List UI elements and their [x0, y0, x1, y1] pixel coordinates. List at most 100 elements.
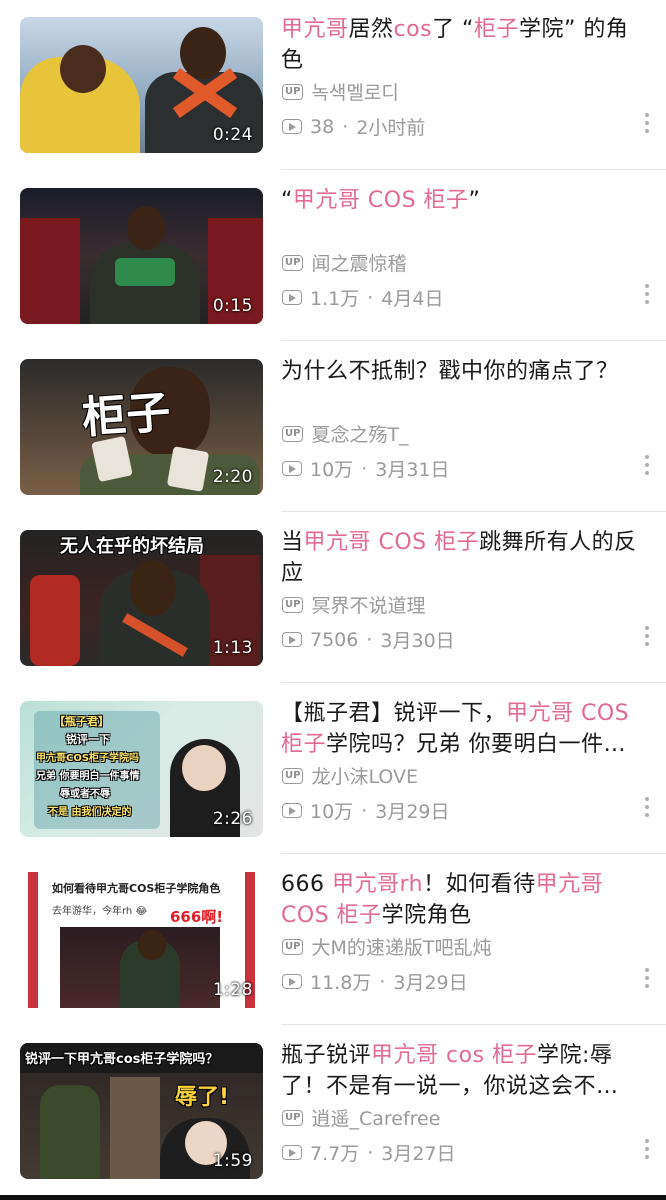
video-thumbnail[interactable]: 无人在乎的坏结局 1:13 — [20, 530, 263, 666]
video-title[interactable]: 当甲亢哥 COS 柜子跳舞所有人的反应 — [281, 527, 647, 589]
video-duration: 1:13 — [212, 638, 253, 658]
thumb-dice-right — [166, 446, 210, 492]
video-item[interactable]: 锐评一下甲亢哥cos柜子学院吗？ 辱了! 1:59 瓶子锐评甲亢哥 cos 柜子… — [0, 1026, 666, 1196]
more-options-icon[interactable] — [643, 626, 651, 652]
video-title[interactable]: “甲亢哥 COS 柜子” — [281, 185, 647, 216]
thumb-head — [127, 206, 165, 250]
video-title[interactable]: 瓶子锐评甲亢哥 cos 柜子学院:辱了！不是有一说一，你说这会不… — [281, 1040, 647, 1102]
video-duration: 2:26 — [212, 809, 253, 829]
thumb-head — [130, 560, 176, 616]
divider — [281, 169, 666, 170]
video-item[interactable]: 0:15 “甲亢哥 COS 柜子” UP 闻之震惊稽 1.1万 · 4月4日 — [0, 171, 666, 341]
author-row[interactable]: UP 闻之震惊稽 — [282, 249, 406, 276]
title-highlight: 甲亢哥 COS 柜子 — [292, 188, 469, 213]
divider — [281, 1024, 666, 1025]
meta-separator: · — [367, 286, 374, 309]
thumb-caption-line: 【瓶子君】 — [54, 715, 109, 728]
more-options-icon[interactable] — [643, 284, 651, 310]
video-item[interactable]: 【瓶子君】 锐评一下 甲亢哥COS柜子学院吗 兄弟 你要明白一件事情 辱或者不辱… — [0, 684, 666, 854]
author-row[interactable]: UP 冥界不说道理 — [282, 591, 425, 618]
thumb-caption-line: 甲亢哥COS柜子学院吗 — [36, 753, 140, 764]
divider — [281, 682, 666, 683]
video-item[interactable]: 0:24 甲亢哥居然cos了 “柜子学院” 的角色 UP 녹색멜로디 38 · … — [0, 0, 666, 170]
video-item[interactable]: 如何看待甲亢哥COS柜子学院角色 去年游华，今年rh 😂 666啊! 1:28 … — [0, 855, 666, 1025]
author-name: 夏念之殇T_ — [311, 424, 409, 446]
title-text: 瓶子锐评 — [281, 1043, 372, 1068]
more-options-icon[interactable] — [643, 113, 651, 139]
video-item[interactable]: 柜子 2:20 为什么不抵制？戳中你的痛点了？ UP 夏念之殇T_ 10万 · … — [0, 342, 666, 512]
more-options-icon[interactable] — [643, 968, 651, 994]
title-highlight: 甲亢哥 — [331, 872, 400, 897]
author-row[interactable]: UP 龙小沫LOVE — [282, 762, 418, 789]
author-row[interactable]: UP 逍遥_Carefree — [282, 1104, 440, 1131]
author-row[interactable]: UP 夏念之殇T_ — [282, 420, 409, 447]
title-text: 学院吗？兄弟 你要明白一件… — [326, 732, 627, 757]
stats-row: 10万 · 3月31日 — [282, 455, 450, 482]
thumb-head-left — [60, 45, 106, 93]
bottom-edge — [0, 1195, 666, 1200]
author-name: 冥界不说道理 — [311, 595, 426, 617]
play-count-icon — [282, 119, 302, 134]
thumb-head-right — [180, 27, 226, 79]
thumb-caption-line: 锐评一下 — [66, 733, 110, 746]
more-options-icon[interactable] — [643, 797, 651, 823]
meta-separator: · — [361, 457, 368, 480]
upload-time: 3月27日 — [381, 1143, 456, 1165]
title-text: 666 — [281, 872, 332, 897]
video-title[interactable]: 为什么不抵制？戳中你的痛点了？ — [281, 356, 647, 387]
video-duration: 0:15 — [212, 296, 253, 316]
author-name: 逍遥_Carefree — [311, 1108, 441, 1130]
thumb-caption: 柜子 — [80, 386, 172, 444]
thumb-caption-line: 兄弟 你要明白一件事情 — [36, 771, 140, 782]
video-title[interactable]: 【瓶子君】锐评一下，甲亢哥 COS 柜子学院吗？兄弟 你要明白一件… — [281, 698, 647, 760]
video-thumbnail[interactable]: 0:15 — [20, 188, 263, 324]
meta-separator: · — [379, 970, 386, 993]
thumb-figure — [40, 1085, 100, 1179]
up-badge-icon: UP — [282, 938, 304, 955]
play-count-icon — [282, 974, 302, 989]
view-count: 38 — [310, 115, 335, 138]
upload-time: 3月30日 — [380, 630, 455, 652]
video-thumbnail[interactable]: 柜子 2:20 — [20, 359, 263, 495]
up-badge-icon: UP — [282, 425, 304, 442]
video-thumbnail[interactable]: 锐评一下甲亢哥cos柜子学院吗？ 辱了! 1:59 — [20, 1043, 263, 1179]
thumb-caption: 无人在乎的坏结局 — [60, 536, 204, 557]
video-thumbnail[interactable]: 0:24 — [20, 17, 263, 153]
title-text: 【瓶子君】锐评一下， — [281, 701, 507, 726]
divider — [281, 853, 666, 854]
thumb-caption-line: 不是 由我们决定的 — [48, 807, 132, 818]
title-highlight: 甲亢哥 — [281, 17, 349, 42]
thumb-wall-red — [20, 218, 80, 324]
title-highlight: cos — [393, 17, 433, 42]
stats-row: 7506 · 3月30日 — [282, 626, 455, 653]
video-thumbnail[interactable]: 如何看待甲亢哥COS柜子学院角色 去年游华，今年rh 😂 666啊! 1:28 — [20, 872, 263, 1008]
video-title[interactable]: 666 甲亢哥rh！如何看待甲亢哥 COS 柜子学院角色 — [281, 869, 647, 931]
video-thumbnail[interactable]: 【瓶子君】 锐评一下 甲亢哥COS柜子学院吗 兄弟 你要明白一件事情 辱或者不辱… — [20, 701, 263, 837]
author-name: 闻之震惊稽 — [311, 253, 407, 275]
stats-row: 38 · 2小时前 — [282, 113, 425, 140]
play-count-icon — [282, 803, 302, 818]
thumb-gloves — [115, 258, 175, 286]
author-name: 大M的速递版T吧乱炖 — [311, 937, 492, 959]
stats-row: 11.8万 · 3月29日 — [282, 968, 468, 995]
title-text: 为什么不抵制？戳中你的痛点了？ — [281, 359, 619, 384]
video-duration: 2:20 — [212, 467, 253, 487]
title-text: 了 “ — [432, 17, 474, 42]
view-count: 7.7万 — [310, 1143, 360, 1165]
title-text: ” — [468, 188, 481, 213]
thumb-caption-line: 如何看待甲亢哥COS柜子学院角色 — [52, 882, 221, 895]
author-name: 녹색멜로디 — [311, 82, 399, 104]
thumb-caption-line: 锐评一下甲亢哥cos柜子学院吗？ — [25, 1052, 219, 1067]
view-count: 1.1万 — [310, 288, 360, 310]
video-title[interactable]: 甲亢哥居然cos了 “柜子学院” 的角色 — [281, 14, 647, 76]
view-count: 10万 — [310, 801, 354, 823]
up-badge-icon: UP — [282, 596, 304, 613]
divider — [281, 511, 666, 512]
more-options-icon[interactable] — [643, 455, 651, 481]
video-item[interactable]: 无人在乎的坏结局 1:13 当甲亢哥 COS 柜子跳舞所有人的反应 UP 冥界不… — [0, 513, 666, 683]
more-options-icon[interactable] — [643, 1139, 651, 1165]
play-count-icon — [282, 290, 302, 305]
author-row[interactable]: UP 大M的速递版T吧乱炖 — [282, 933, 491, 960]
author-row[interactable]: UP 녹색멜로디 — [282, 78, 399, 105]
upload-time: 3月29日 — [393, 972, 468, 994]
